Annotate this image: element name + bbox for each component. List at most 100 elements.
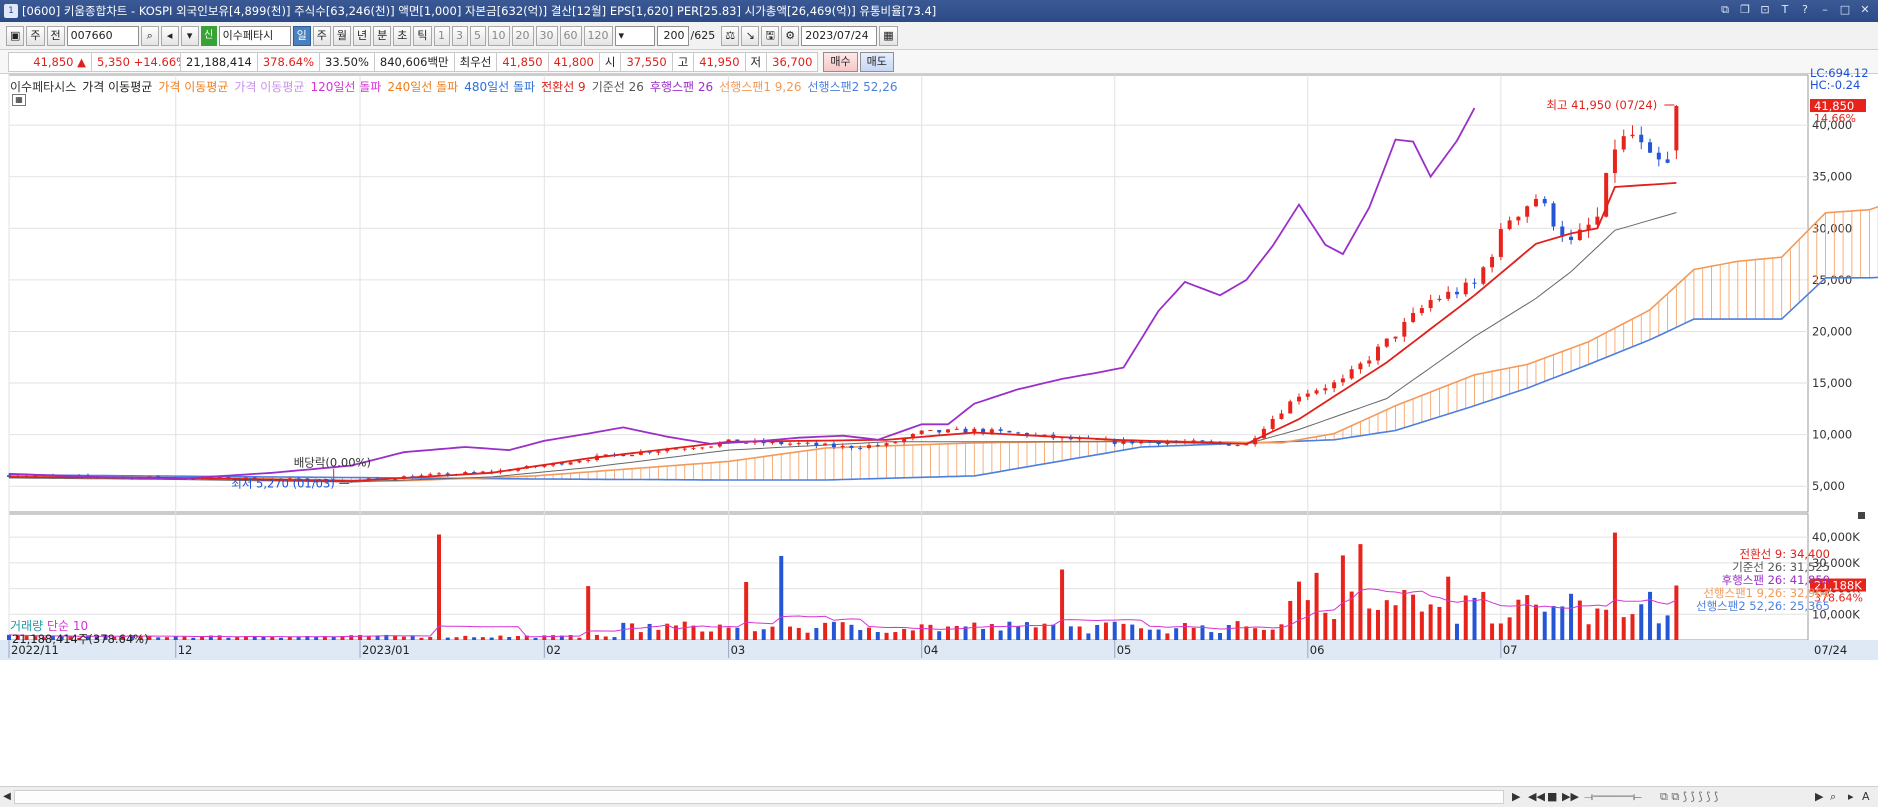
volume-bar bbox=[1612, 532, 1617, 640]
candle-body bbox=[1349, 369, 1354, 379]
dividend-annotation: 배당락(0.00%) bbox=[294, 456, 371, 470]
minute-option-30[interactable]: 30 bbox=[535, 25, 558, 46]
minute-option-5[interactable]: 5 bbox=[469, 25, 486, 46]
candle-body bbox=[709, 446, 714, 448]
search-icon[interactable]: ⌕ bbox=[140, 25, 159, 46]
fast-forward-icon[interactable]: ▶▶ bbox=[1562, 790, 1579, 803]
stock-code-input[interactable]: 007660 bbox=[66, 25, 139, 46]
total-count: /625 bbox=[690, 29, 716, 42]
candle-body bbox=[1437, 298, 1442, 301]
legend-item[interactable]: 480일선 돌파 bbox=[464, 78, 535, 95]
text-icon[interactable]: T bbox=[1778, 3, 1792, 17]
volume-bar bbox=[1235, 621, 1240, 640]
draw-icon[interactable]: ↘ bbox=[741, 25, 760, 46]
speaker-icon[interactable]: ◂ bbox=[160, 25, 179, 46]
grid-toggle-icon[interactable]: ▦ bbox=[12, 94, 26, 106]
volume-bar bbox=[1402, 590, 1407, 640]
minute-option-60[interactable]: 60 bbox=[559, 25, 582, 46]
scroll-right-icon[interactable]: ▶ bbox=[1815, 790, 1823, 803]
legend-item[interactable]: 후행스팬 26 bbox=[650, 78, 713, 95]
legend-item[interactable]: 기준선 26 bbox=[592, 78, 644, 95]
candle-body bbox=[1516, 216, 1521, 221]
volume-bar bbox=[788, 626, 793, 640]
chart-area[interactable]: 40,000 35,000 30,000 25,000 20,000 15,000 10,0… bbox=[0, 67, 1878, 807]
minute-option-20[interactable]: 20 bbox=[511, 25, 534, 46]
indicator-icon[interactable]: ⚖ bbox=[721, 25, 740, 46]
legend-item[interactable]: 240일선 돌파 bbox=[387, 78, 458, 95]
zoom-icon[interactable]: ⌕ bbox=[1830, 790, 1836, 804]
pin-icon[interactable]: ⊡ bbox=[1758, 3, 1772, 17]
help-icon[interactable]: ? bbox=[1798, 3, 1812, 17]
minute-option-10[interactable]: 10 bbox=[487, 25, 510, 46]
period-month-button[interactable]: 월 bbox=[332, 25, 352, 46]
period-week-button[interactable]: 주 bbox=[312, 25, 331, 46]
link-icon[interactable]: ⧉ bbox=[1718, 3, 1732, 17]
volume-bar bbox=[191, 637, 196, 640]
close-icon[interactable]: ✕ bbox=[1858, 3, 1872, 17]
legend-item[interactable]: 120일선 돌파 bbox=[310, 78, 381, 95]
legend-item[interactable]: 선행스팬1 9,26 bbox=[719, 78, 801, 95]
sell-button[interactable]: 매도 bbox=[859, 51, 894, 72]
legend-item[interactable]: 가격 이동평균 bbox=[234, 78, 304, 95]
period-tick-button[interactable]: 틱 bbox=[413, 25, 432, 46]
save-icon[interactable]: 🖫 bbox=[761, 25, 780, 46]
chart-scrollbar[interactable]: ◀ ▶ ◀◀ ■ ▶▶ ⟞──────⟝ ⧉ ⧉ ⟆ ⟆ ⟆ ⟆ ⟆ ▶ ⌕ ▸… bbox=[0, 786, 1878, 807]
layout-icon[interactable]: ▣ bbox=[6, 25, 25, 46]
volume-bar bbox=[849, 624, 854, 640]
period-year-button[interactable]: 년 bbox=[353, 25, 372, 46]
view-select[interactable]: 전 bbox=[46, 25, 65, 46]
font-decrease-icon[interactable]: ▸ bbox=[1848, 790, 1854, 803]
chevron-down-icon[interactable]: ▾ bbox=[180, 25, 199, 46]
tool-icons[interactable]: ⧉ ⧉ ⟆ ⟆ ⟆ ⟆ ⟆ bbox=[1660, 790, 1718, 804]
volume-bar bbox=[480, 637, 485, 640]
buy-button[interactable]: 매수 bbox=[823, 51, 858, 72]
maximize-icon[interactable]: □ bbox=[1838, 3, 1852, 17]
legend-item[interactable]: 선행스팬2 52,26 bbox=[808, 78, 898, 95]
minute-option-3[interactable]: 3 bbox=[451, 25, 468, 46]
volume-bar bbox=[1244, 626, 1249, 640]
price-tick-label: 15,000 bbox=[1812, 376, 1852, 390]
volume-bar bbox=[1419, 611, 1424, 640]
candle-body bbox=[919, 430, 924, 435]
candle-body bbox=[1358, 363, 1363, 370]
period-day-button[interactable]: 일 bbox=[292, 25, 311, 46]
gear-icon[interactable]: ⚙ bbox=[781, 25, 800, 46]
legend-item[interactable]: 가격 이동평균 bbox=[82, 78, 152, 95]
legend-item[interactable]: 이수페타시스 bbox=[10, 78, 76, 95]
volume-bar bbox=[603, 636, 608, 640]
custom-period-select[interactable]: ▾ bbox=[614, 25, 655, 46]
x-tick-label: 2023/01 bbox=[362, 643, 410, 657]
volume-bar bbox=[1428, 604, 1433, 640]
minimize-icon[interactable]: – bbox=[1818, 3, 1832, 17]
volume-bar bbox=[164, 637, 169, 640]
volume-bar bbox=[647, 623, 652, 640]
restore-icon[interactable]: ❐ bbox=[1738, 3, 1752, 17]
x-axis-band bbox=[0, 640, 1878, 660]
count-input[interactable]: 200 bbox=[656, 25, 689, 46]
stop-icon[interactable]: ■ bbox=[1547, 790, 1557, 803]
chart-canvas[interactable]: 40,00035,00030,00025,00020,00015,00010,0… bbox=[0, 74, 1878, 786]
play-right-icon[interactable]: ▶ bbox=[1512, 790, 1520, 803]
period-second-button[interactable]: 초 bbox=[393, 25, 412, 46]
scroll-track[interactable] bbox=[14, 790, 1504, 804]
market-select[interactable]: 주 bbox=[26, 25, 45, 46]
font-icon[interactable]: A bbox=[1862, 790, 1870, 803]
legend-item[interactable]: 전환선 9 bbox=[541, 78, 586, 95]
volume-bar bbox=[1261, 629, 1266, 640]
legend-item[interactable]: 가격 이동평균 bbox=[158, 78, 228, 95]
minute-option-1[interactable]: 1 bbox=[433, 25, 450, 46]
calendar-icon[interactable]: ▦ bbox=[879, 25, 898, 46]
volume-bar bbox=[954, 625, 959, 640]
minute-option-120[interactable]: 120 bbox=[583, 25, 613, 46]
candle-body bbox=[1384, 338, 1389, 347]
period-minute-button[interactable]: 분 bbox=[373, 25, 392, 46]
turnover-rate: 33.50% bbox=[319, 51, 375, 72]
volume-bar bbox=[937, 631, 942, 640]
volume-bar bbox=[814, 627, 819, 640]
rewind-icon[interactable]: ◀◀ bbox=[1528, 790, 1545, 803]
scroll-left-icon[interactable]: ◀ bbox=[0, 790, 14, 804]
volume-bar bbox=[1033, 627, 1038, 640]
zoom-slider-icon[interactable]: ⟞──────⟝ bbox=[1584, 790, 1642, 804]
date-input[interactable]: 2023/07/24 bbox=[801, 25, 878, 46]
candle-body bbox=[1446, 291, 1451, 299]
